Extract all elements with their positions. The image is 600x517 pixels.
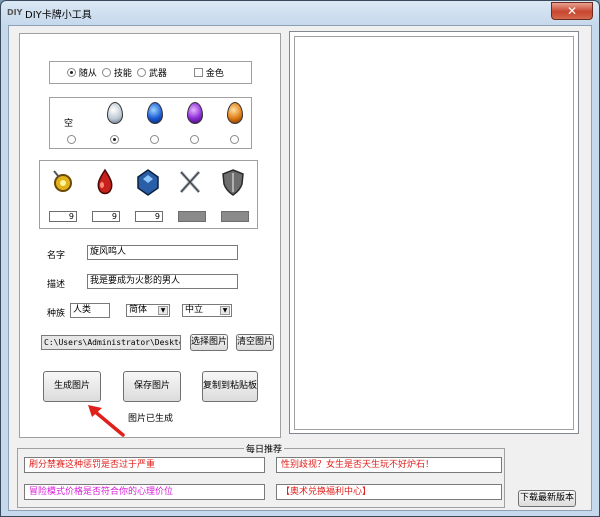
language-select[interactable]: 简体 ▼ — [126, 304, 170, 317]
settings-panel: 随从 技能 武器 金色 空 9 9 9 名字 旋风鸣人 描述 我是要成为火影的男… — [19, 33, 281, 438]
name-input[interactable]: 旋风鸣人 — [87, 245, 238, 260]
download-latest-button[interactable]: 下载最新版本 — [518, 490, 576, 507]
shield-icon — [219, 167, 247, 197]
card-preview-pane — [289, 31, 579, 434]
radio-weapon[interactable]: 武器 — [137, 66, 167, 79]
cost-input[interactable]: 9 — [49, 211, 77, 222]
copy-to-clipboard-button[interactable]: 复制到粘贴板 — [202, 371, 258, 402]
choose-image-button[interactable]: 选择图片 — [190, 334, 228, 351]
image-path-field[interactable]: C:\Users\Administrator\Desktop\2 — [41, 335, 181, 350]
rarity-group: 空 — [49, 97, 252, 149]
save-image-button[interactable]: 保存图片 — [123, 371, 181, 402]
recommend-link-3[interactable]: 冒险模式价格是否符合你的心理价位 — [24, 484, 265, 500]
durability-input — [178, 211, 206, 222]
purple-gem-icon — [187, 102, 203, 124]
blue-gem-icon — [147, 102, 163, 124]
recommend-link-4[interactable]: 【奥术兑换福利中心】 — [276, 484, 502, 500]
race-input[interactable]: 人类 — [70, 303, 110, 318]
card-preview-canvas — [294, 36, 574, 430]
app-icon: DIY — [7, 8, 23, 17]
radio-minion-dot[interactable] — [67, 68, 76, 77]
gold-checkbox-label: 金色 — [205, 69, 224, 79]
clear-image-button[interactable]: 清空图片 — [236, 334, 274, 351]
attributes-group: 9 9 9 — [39, 160, 258, 229]
client-area: 随从 技能 武器 金色 空 9 9 9 名字 旋风鸣人 描述 我是要成为火影的男… — [8, 25, 592, 511]
rarity-radio-purple[interactable] — [190, 135, 199, 144]
close-button[interactable]: ✕ — [551, 2, 593, 20]
window-title: DIY卡牌小工具 — [25, 10, 92, 21]
white-gem-icon — [107, 102, 123, 124]
radio-skill-label: 技能 — [113, 69, 132, 79]
radio-skill-dot[interactable] — [102, 68, 111, 77]
attack-input[interactable]: 9 — [92, 211, 120, 222]
generate-image-button[interactable]: 生成图片 — [43, 371, 101, 402]
crossed-swords-icon — [176, 167, 204, 197]
radio-skill[interactable]: 技能 — [102, 66, 132, 79]
chevron-down-icon[interactable]: ▼ — [220, 306, 230, 315]
desc-input[interactable]: 我是要成为火影的男人 — [87, 274, 238, 289]
app-window: DIY DIY卡牌小工具 ✕ 随从 技能 武器 金色 空 9 9 9 名字 旋风… — [0, 0, 600, 517]
gold-checkbox[interactable]: 金色 — [194, 66, 224, 79]
daily-recommend-title: 每日推荐 — [244, 442, 285, 455]
rarity-radio-white[interactable] — [110, 135, 119, 144]
status-text: 图片已生成 — [128, 414, 174, 424]
orange-gem-icon — [227, 102, 243, 124]
gold-checkbox-box[interactable] — [194, 68, 203, 77]
blood-drop-icon — [91, 167, 119, 197]
armor-input — [221, 211, 249, 222]
radio-minion-label: 随从 — [78, 69, 97, 79]
daily-recommend-group: 每日推荐 刷分禁赛这种惩罚是否过于严重 性别歧视？女生是否天生玩不好炉石！ 冒险… — [17, 442, 505, 508]
rarity-radio-blue[interactable] — [150, 135, 159, 144]
rarity-empty-label: 空 — [64, 119, 74, 129]
rarity-radio-orange[interactable] — [230, 135, 239, 144]
radio-weapon-label: 武器 — [148, 69, 167, 79]
name-label: 名字 — [47, 251, 66, 261]
radio-minion[interactable]: 随从 — [67, 66, 97, 79]
recommend-link-1[interactable]: 刷分禁赛这种惩罚是否过于严重 — [24, 457, 265, 473]
recommend-link-2[interactable]: 性别歧视？女生是否天生玩不好炉石！ — [276, 457, 502, 473]
desc-label: 描述 — [47, 280, 66, 290]
title-bar[interactable]: DIY DIY卡牌小工具 ✕ — [1, 1, 599, 27]
language-select-value: 简体 — [129, 305, 148, 315]
rarity-radio-empty[interactable] — [67, 135, 76, 144]
radio-weapon-dot[interactable] — [137, 68, 146, 77]
faction-select[interactable]: 中立 ▼ — [182, 304, 232, 317]
annotation-arrow-icon — [88, 405, 125, 437]
health-gem-icon — [134, 167, 162, 197]
race-label: 种族 — [47, 309, 66, 319]
chevron-down-icon[interactable]: ▼ — [158, 306, 168, 315]
mana-crystal-icon — [49, 167, 77, 197]
faction-select-value: 中立 — [185, 305, 204, 315]
health-input[interactable]: 9 — [135, 211, 163, 222]
card-type-group: 随从 技能 武器 金色 — [49, 61, 252, 84]
